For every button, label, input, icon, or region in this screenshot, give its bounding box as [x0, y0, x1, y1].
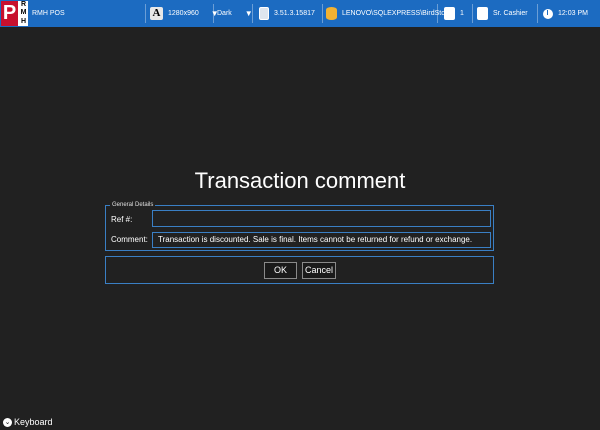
logo-letter-h: H [20, 17, 27, 25]
version-value: 3.51.3.15817 [274, 10, 315, 17]
database-info: LENOVO\SQLEXPRESS\BirdStore [326, 0, 451, 27]
logo-letter: P [1, 1, 18, 26]
logo-letters: R M H [19, 1, 28, 26]
time-value: 12:03 PM [558, 10, 588, 17]
version-info: 3.51.3.15817 [259, 0, 315, 27]
dialog-title: Transaction comment [194, 168, 406, 193]
keyboard-toggle[interactable]: ⌄ Keyboard [3, 417, 53, 427]
database-value: LENOVO\SQLEXPRESS\BirdStore [342, 10, 452, 17]
divider [437, 4, 438, 23]
cashier-info[interactable]: Sr. Cashier [477, 0, 528, 27]
clock-icon [543, 8, 553, 19]
users-count: 1 [460, 10, 464, 17]
group-legend: General Details [110, 201, 156, 210]
version-icon [259, 7, 269, 20]
font-icon: A [150, 7, 163, 20]
cashier-name: Sr. Cashier [493, 10, 528, 17]
rmh-logo: P R M H [1, 1, 28, 26]
resolution-selector[interactable]: A 1280x960 ▼ [150, 0, 219, 27]
theme-selector[interactable]: Dark ▼ [217, 0, 253, 27]
users-icon [444, 7, 455, 20]
chevron-down-icon: ⌄ [3, 417, 12, 427]
cashier-icon [477, 7, 488, 20]
logo-letter-m: M [20, 9, 27, 17]
divider [213, 4, 214, 23]
users-info[interactable]: 1 [444, 0, 464, 27]
divider [472, 4, 473, 23]
ref-input[interactable] [152, 210, 491, 227]
dialog-actions: OK Cancel [105, 256, 494, 284]
cancel-button[interactable]: Cancel [302, 262, 336, 279]
clock: 12:03 PM [543, 0, 588, 27]
theme-value: Dark [217, 10, 232, 17]
divider [537, 4, 538, 23]
divider [145, 4, 146, 23]
ref-label: Ref #: [111, 215, 133, 224]
top-status-bar: P R M H RMH POS A 1280x960 ▼ Dark ▼ 3.51… [0, 0, 600, 27]
comment-input[interactable]: Transaction is discounted. Sale is final… [152, 232, 491, 248]
app-name-text: RMH POS [32, 10, 65, 17]
app-name: RMH POS [32, 0, 65, 27]
ok-button[interactable]: OK [264, 262, 297, 279]
database-icon [326, 7, 337, 20]
general-details-group: General Details Ref #: Comment: Transact… [105, 201, 494, 251]
divider [322, 4, 323, 23]
divider [252, 4, 253, 23]
keyboard-label: Keyboard [14, 417, 53, 427]
comment-label: Comment: [111, 235, 148, 244]
resolution-value: 1280x960 [168, 10, 199, 17]
logo-letter-r: R [20, 1, 27, 8]
